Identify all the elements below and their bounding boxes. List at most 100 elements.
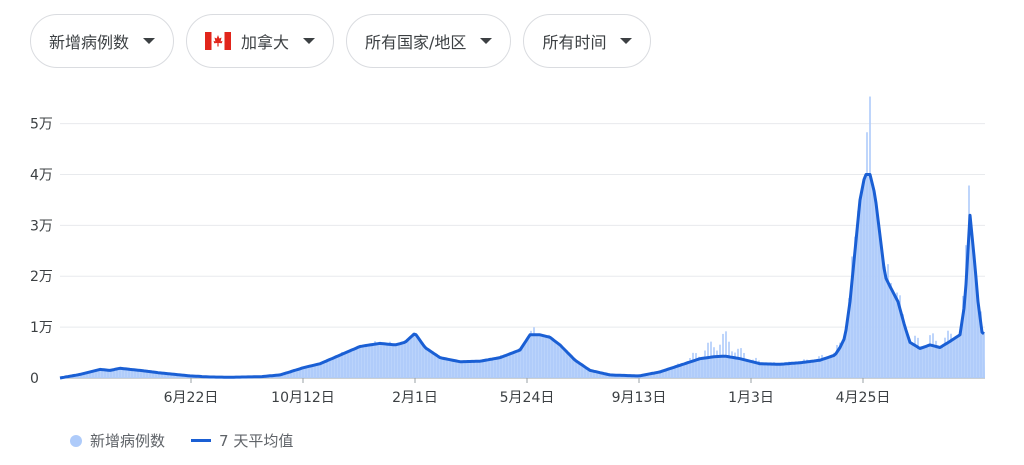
daily-cases-bar [755,357,757,378]
daily-cases-bar [914,335,916,378]
daily-cases-bar [359,345,361,378]
daily-cases-bar [797,362,799,378]
daily-cases-bar [728,341,730,378]
daily-cases-bar [917,337,919,378]
daily-cases-bar [764,363,766,378]
daily-cases-bar [386,344,388,378]
daily-cases-bar [446,359,448,378]
daily-cases-bar [842,341,844,378]
daily-cases-bar [794,363,796,378]
daily-cases-bar [983,333,985,378]
daily-cases-bar [332,358,334,378]
daily-cases-bar [809,361,811,378]
chart-legend: 新增病例数 7 天平均值 [70,430,293,451]
daily-cases-bar [515,350,517,378]
x-tick-label: 6月22日 [164,390,219,406]
daily-cases-bar [365,345,367,378]
x-tick-label: 1月3日 [728,390,774,406]
daily-cases-bar [338,355,340,378]
daily-cases-bar [476,361,478,378]
daily-cases-bar [419,340,421,378]
daily-cases-bar [470,360,472,378]
daily-cases-bar [938,347,940,378]
y-tick-label: 5万 [30,117,53,133]
y-tick-label: 4万 [30,167,53,183]
daily-cases-bar [335,356,337,378]
x-tick-label: 9月13日 [612,390,667,406]
daily-cases-bar [356,347,358,378]
daily-cases-bar [704,350,706,378]
x-tick-label: 10月12日 [271,390,335,406]
daily-cases-bar [494,358,496,378]
daily-cases-bar [530,330,532,378]
daily-cases-bar [434,354,436,378]
daily-cases-bar [467,361,469,378]
cases-chart: 0 1万 2万 3万 4万 5万 6月22日 10月12日 2月1日 5月24日 9月13日 1月3日… [30,96,985,406]
daily-cases-bar [812,361,814,378]
daily-cases-bar [707,342,709,378]
daily-cases-bar [695,353,697,378]
daily-cases-bar [746,359,748,378]
daily-cases-bar [554,341,556,378]
daily-cases-bar [785,363,787,378]
daily-cases-bar [368,345,370,378]
daily-cases-bar [431,352,433,378]
daily-cases-bar [761,363,763,378]
daily-cases-bar [479,361,481,378]
daily-cases-bar [713,347,715,378]
daily-cases-bar [872,185,874,378]
daily-cases-bar [767,363,769,378]
y-tick-label: 0 [30,371,39,387]
daily-cases-bar [395,344,397,378]
daily-cases-bar [578,362,580,378]
daily-cases-bar [815,360,817,378]
daily-cases-bar [779,364,781,378]
daily-cases-bar [878,227,880,378]
daily-cases-bar [323,362,325,378]
daily-cases-bar [782,364,784,378]
daily-cases-bar [482,360,484,378]
daily-cases-bar [863,179,865,378]
daily-cases-bar [521,346,523,378]
daily-cases-bar [716,350,718,378]
daily-cases-bar [377,343,379,378]
y-tick-label: 1万 [30,320,53,336]
daily-cases-bar [488,359,490,378]
daily-cases-bar [437,355,439,378]
daily-cases-bar [443,358,445,378]
daily-cases-bar [455,360,457,378]
daily-cases-bar [527,337,529,378]
daily-cases-bar [725,331,727,378]
daily-cases-bar [401,343,403,378]
daily-cases-bar [947,330,949,378]
daily-cases-bar [827,357,829,378]
daily-cases-bar [743,352,745,378]
daily-cases-bar [905,330,907,378]
daily-cases-bar [890,282,892,378]
daily-cases-bar [557,343,559,378]
daily-cases-bar [440,357,442,378]
daily-cases-bar [380,343,382,378]
daily-cases-bar [932,333,934,378]
daily-cases-bar [320,363,322,378]
daily-cases-bar [404,340,406,378]
daily-cases-bar [545,336,547,378]
daily-cases-bar [317,364,319,378]
daily-cases-bar [941,346,943,378]
daily-cases-bar [776,364,778,378]
daily-cases-bar [926,345,928,378]
daily-cases-bar [740,348,742,378]
daily-cases-bar [383,343,385,378]
daily-cases-bar [731,351,733,378]
daily-cases-bar [800,362,802,378]
daily-cases-bar [461,361,463,378]
daily-cases-bar [683,363,685,378]
daily-cases-bar [506,354,508,378]
y-tick-label: 3万 [30,218,53,234]
legend-line-swatch [191,439,212,442]
daily-cases-bar [563,348,565,378]
daily-cases-bar [572,358,574,378]
daily-cases-bar [956,336,958,378]
daily-cases-bar [518,348,520,378]
legend-line-label: 7 天平均值 [219,432,294,450]
